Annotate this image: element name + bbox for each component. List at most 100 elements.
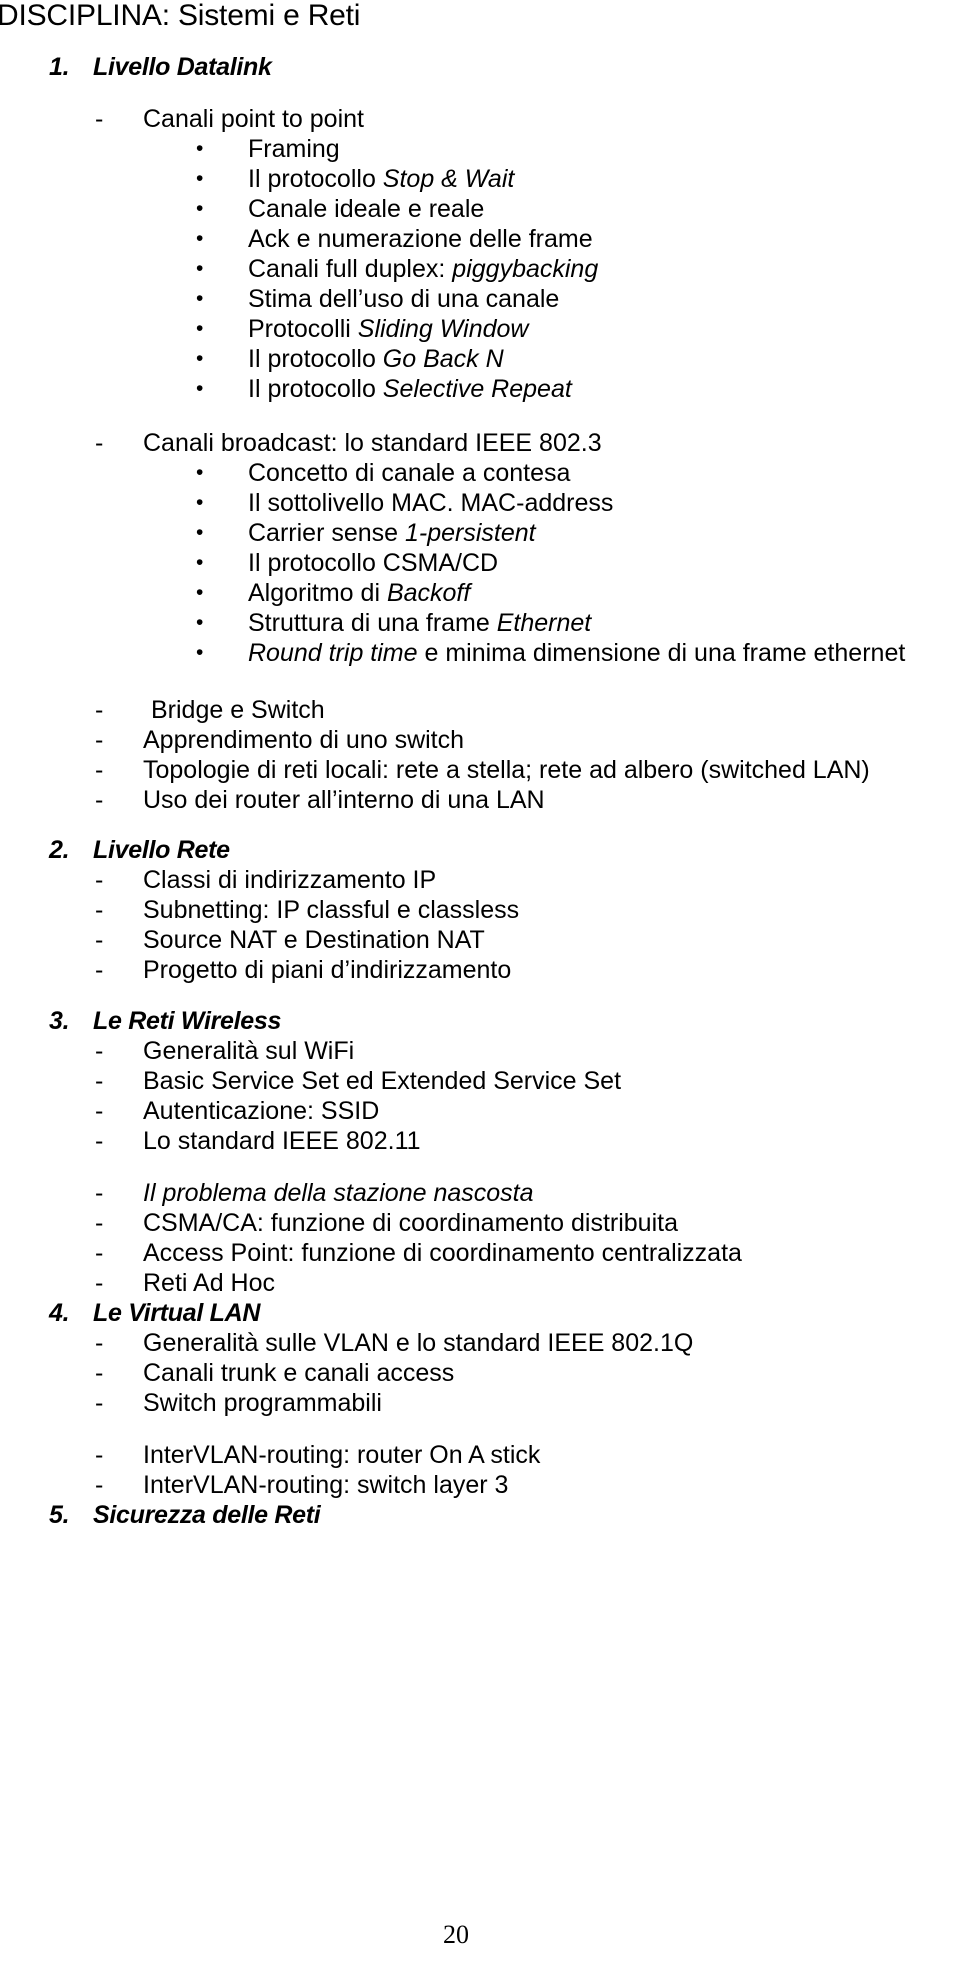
dash-icon: - (95, 1441, 104, 1469)
item-text: Algoritmo di (248, 579, 387, 607)
dash-list-item: - Uso dei router all’interno di una LAN (95, 785, 545, 815)
dash-icon: - (95, 926, 104, 954)
item-text: Subnetting: IP classful e classless (143, 896, 520, 924)
dash-list-item: - Il problema della stazione nascosta (95, 1178, 534, 1208)
item-text: Switch programmabili (143, 1389, 382, 1417)
bullet-icon: • (196, 167, 204, 190)
dash-icon: - (95, 1269, 104, 1297)
dash-list-item: - Switch programmabili (95, 1388, 382, 1418)
dash-list-item: - Generalità sul WiFi (95, 1036, 354, 1066)
dash-icon: - (95, 1359, 104, 1387)
item-text: Protocolli (248, 315, 358, 343)
section-heading: 4. Le Virtual LAN (49, 1298, 260, 1328)
item-emphasis: piggybacking (452, 255, 599, 283)
section-heading-label: Sicurezza delle Reti (93, 1501, 321, 1529)
item-text: Carrier sense (248, 519, 405, 547)
bullet-icon: • (196, 491, 204, 514)
bullet-list-item: • Ack e numerazione delle frame (196, 224, 593, 254)
item-emphasis: Go Back N (382, 345, 504, 373)
bullet-list-item: • Protocolli Sliding Window (196, 314, 528, 344)
item-emphasis: Stop & Wait (382, 165, 515, 193)
dash-icon: - (95, 1471, 104, 1499)
dash-icon: - (95, 1127, 104, 1155)
bullet-icon: • (196, 197, 204, 220)
section-number: 4. (49, 1299, 70, 1327)
bullet-list-item: • Carrier sense 1-persistent (196, 518, 536, 548)
item-text: Il sottolivello MAC. MAC-address (248, 489, 614, 517)
dash-list-item: - Basic Service Set ed Extended Service S… (95, 1066, 621, 1096)
section-number: 1. (49, 53, 70, 81)
item-text: Reti Ad Hoc (143, 1269, 276, 1297)
bullet-icon: • (196, 317, 204, 340)
item-text: Uso dei router all’interno di una LAN (143, 786, 545, 814)
dash-icon: - (95, 1389, 104, 1417)
dash-icon: - (95, 1067, 104, 1095)
bullet-list-item: • Stima dell’uso di una canale (196, 284, 559, 314)
section-heading-label: Livello Rete (93, 836, 230, 864)
bullet-icon: • (196, 227, 204, 250)
dash-icon: - (95, 786, 104, 814)
dash-list-item: - Canali point to point (95, 104, 364, 134)
dash-icon: - (95, 866, 104, 894)
dash-icon: - (95, 1097, 104, 1125)
section-heading: 2. Livello Rete (49, 835, 230, 865)
item-text: Canali trunk e canali access (143, 1359, 455, 1387)
item-text: Il protocollo (248, 165, 383, 193)
section-number: 3. (49, 1007, 70, 1035)
dash-list-item: - InterVLAN-routing: router On A stick (95, 1440, 540, 1470)
item-text: InterVLAN-routing: switch layer 3 (143, 1471, 509, 1499)
item-text: Il protocollo (248, 345, 383, 373)
item-emphasis: Backoff (386, 579, 471, 607)
page-title: DISCIPLINA: Sistemi e Reti (0, 0, 361, 32)
dash-list-item: - Apprendimento di uno switch (95, 725, 464, 755)
item-text: Apprendimento di uno switch (143, 726, 465, 754)
dash-list-item: - Canali trunk e canali access (95, 1358, 454, 1388)
section-heading: 1. Livello Datalink (49, 52, 272, 82)
item-text: Autenticazione: SSID (143, 1097, 380, 1125)
bullet-icon: • (196, 287, 204, 310)
item-text: Source NAT e Destination NAT (143, 926, 485, 954)
item-text: Canali broadcast: lo standard IEEE 802.3 (143, 429, 602, 457)
bullet-icon: • (196, 641, 204, 664)
dash-list-item: - Reti Ad Hoc (95, 1268, 275, 1298)
bullet-list-item: • Concetto di canale a contesa (196, 458, 570, 488)
section-heading-label: Le Reti Wireless (93, 1007, 282, 1035)
item-text: Framing (248, 135, 340, 163)
bullet-list-item: • Il protocollo Go Back N (196, 344, 504, 374)
item-text: Struttura di una frame (248, 609, 497, 637)
bullet-list-item: • Il protocollo Stop & Wait (196, 164, 514, 194)
item-text: Canali full duplex: (248, 255, 453, 283)
dash-icon: - (95, 105, 104, 133)
item-emphasis: Il problema della stazione nascosta (143, 1179, 534, 1207)
item-text: Stima dell’uso di una canale (248, 285, 560, 313)
page-number: 20 (443, 1920, 469, 1949)
item-text: Basic Service Set ed Extended Service Se… (143, 1067, 622, 1095)
item-emphasis: Sliding Window (357, 315, 529, 343)
section-heading: 5. Sicurezza delle Reti (49, 1500, 321, 1530)
bullet-icon: • (196, 257, 204, 280)
dash-list-item: - Access Point: funzione di coordinamento… (95, 1238, 742, 1268)
section-number: 5. (49, 1501, 70, 1529)
item-text: Access Point: funzione di coordinamento … (143, 1239, 742, 1267)
item-text: Topologie di reti locali: rete a stella;… (143, 756, 870, 784)
dash-list-item: - Generalità sulle VLAN e lo standard IEE… (95, 1328, 693, 1358)
dash-list-item: - Progetto di piani d’indirizzamento (95, 955, 511, 985)
dash-icon: - (95, 1037, 104, 1065)
item-text: Concetto di canale a contesa (248, 459, 571, 487)
bullet-list-item: • Il protocollo CSMA/CD (196, 548, 498, 578)
item-text: Ack e numerazione delle frame (248, 225, 593, 253)
bullet-list-item: • Struttura di una frame Ethernet (196, 608, 591, 638)
bullet-list-item: • Framing (196, 134, 340, 164)
bullet-list-item: • Round trip time e minima dimensione di … (196, 638, 905, 668)
section-heading-label: Le Virtual LAN (93, 1299, 261, 1327)
dash-icon: - (95, 1329, 104, 1357)
bullet-icon: • (196, 581, 204, 604)
item-text: Il protocollo (248, 375, 383, 403)
item-text: CSMA/CA: funzione di coordinamento distr… (143, 1209, 678, 1237)
dash-list-item: - Lo standard IEEE 802.11 (95, 1126, 421, 1156)
section-number: 2. (49, 836, 70, 864)
dash-list-item: - InterVLAN-routing: switch layer 3 (95, 1470, 508, 1500)
dash-list-item: - CSMA/CA: funzione di coordinamento dist… (95, 1208, 678, 1238)
item-text: Progetto di piani d’indirizzamento (143, 956, 512, 984)
dash-icon: - (95, 756, 104, 784)
